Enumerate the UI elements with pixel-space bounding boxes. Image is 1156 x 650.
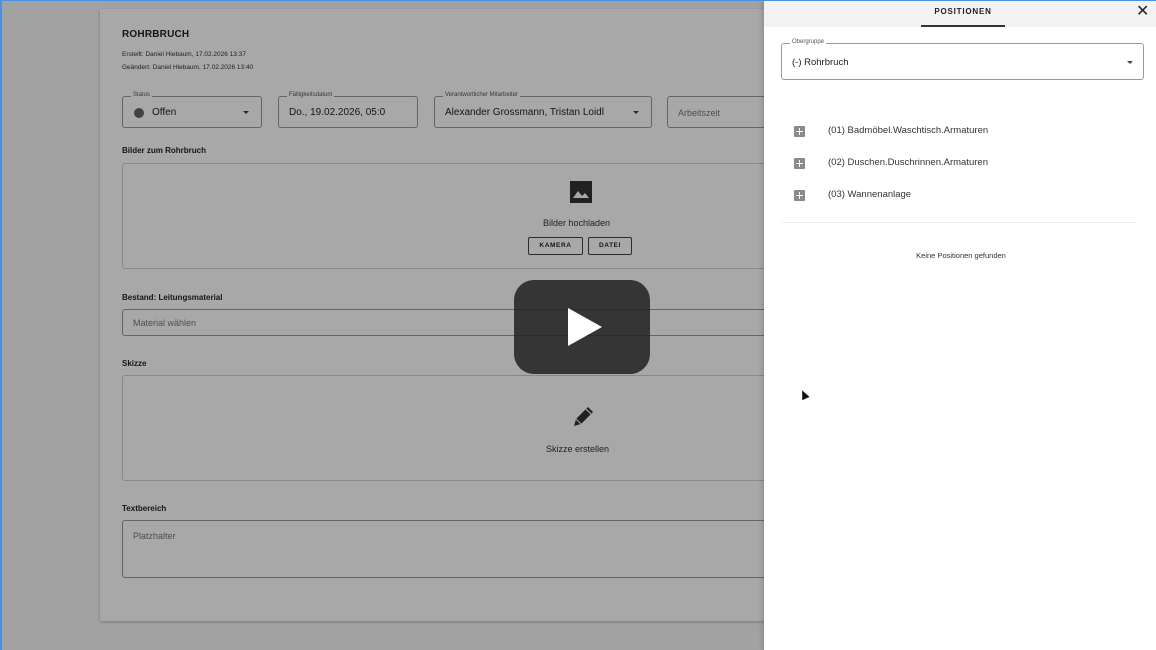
play-icon	[568, 308, 602, 346]
panel-header: POSITIONEN ✕	[764, 1, 1156, 27]
tree-item-label: (01) Badmöbel.Waschtisch.Armaturen	[828, 125, 989, 136]
group-select[interactable]: Obergruppe (-) Rohrbruch	[781, 39, 1144, 80]
empty-state-text: Keine Positionen gefunden	[916, 251, 1006, 260]
expand-icon[interactable]	[794, 158, 805, 169]
expand-icon[interactable]	[794, 190, 805, 201]
divider	[781, 222, 1136, 223]
group-label: Obergruppe	[790, 39, 827, 45]
chevron-down-icon	[1127, 61, 1133, 64]
expand-icon[interactable]	[794, 126, 805, 137]
play-button[interactable]	[514, 280, 650, 374]
group-value: (-) Rohrbruch	[792, 57, 849, 68]
app-viewport: ROHRBRUCH Erstellt: Daniel Hiebaum, 17.0…	[0, 0, 1156, 650]
tree-item-label: (02) Duschen.Duschrinnen.Armaturen	[828, 157, 988, 168]
tree-item-label: (03) Wannenanlage	[828, 189, 912, 200]
tab-positions[interactable]: POSITIONEN	[921, 1, 1005, 27]
close-icon[interactable]: ✕	[1136, 3, 1149, 21]
positions-panel: POSITIONEN ✕ Obergruppe (-) Rohrbruch (0…	[764, 1, 1156, 650]
